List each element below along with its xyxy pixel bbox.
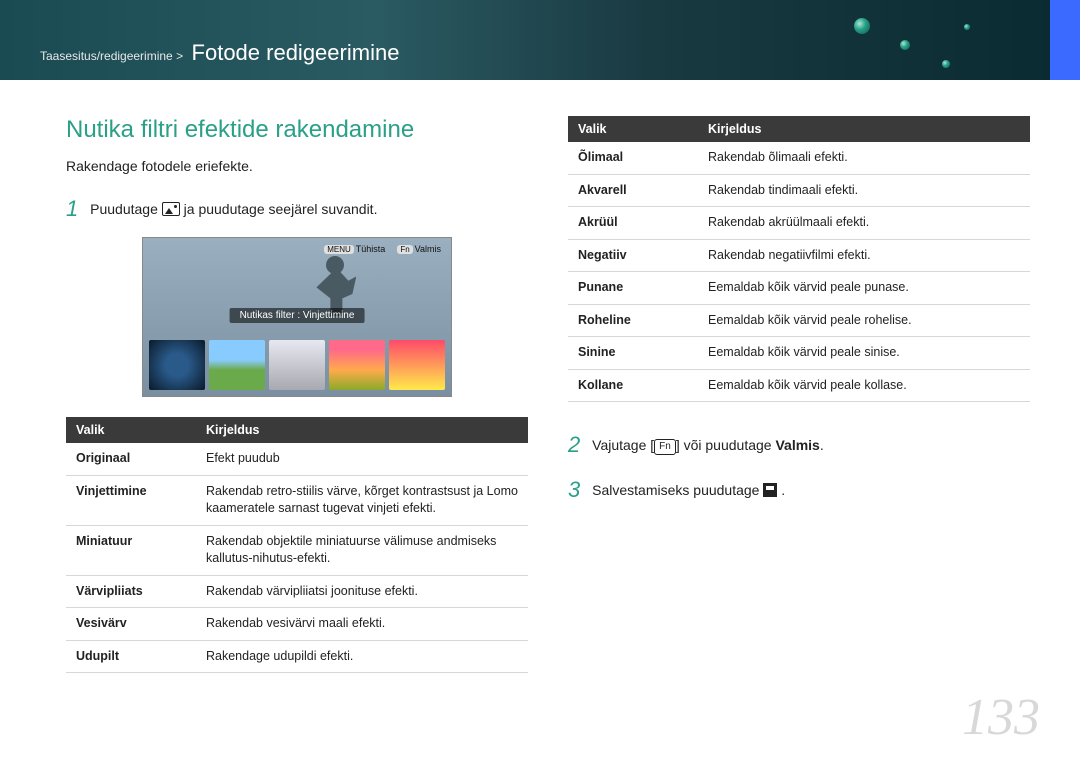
decor-orb (942, 60, 950, 68)
table-row: UdupiltRakendage udupildi efekti. (66, 640, 528, 673)
option-desc: Rakendab tindimaali efekti. (698, 174, 1030, 207)
option-desc: Rakendab negatiivfilmi efekti. (698, 239, 1030, 272)
table-row: ÕlimaalRakendab õlimaali efekti. (568, 142, 1030, 174)
thumb (389, 340, 445, 390)
step2-c: . (820, 437, 824, 453)
table-row: VesivärvRakendab vesivärvi maali efekti. (66, 608, 528, 641)
option-desc: Efekt puudub (196, 443, 528, 475)
step-number: 3 (568, 477, 580, 502)
option-name: Roheline (568, 304, 698, 337)
manual-page: Taasesitus/redigeerimine > Fotode redige… (0, 0, 1080, 765)
decor-orb (854, 18, 870, 34)
silhouette-graphic (312, 256, 362, 316)
step2-bold: Valmis (775, 437, 819, 453)
fn-key: Fn (654, 439, 676, 455)
option-desc: Rakendab värvipliiatsi joonituse efekti. (196, 575, 528, 608)
table-row: VärvipliiatsRakendab värvipliiatsi jooni… (66, 575, 528, 608)
options-table-left: Valik Kirjeldus OriginaalEfekt puudubVin… (66, 417, 528, 673)
content-columns: Nutika filtri efektide rakendamine Raken… (0, 80, 1080, 673)
menu-action: Tühista (356, 244, 386, 254)
option-desc: Rakendab retro-stiilis värve, kõrget kon… (196, 475, 528, 525)
filter-thumbnails (149, 340, 445, 390)
page-title: Fotode redigeerimine (192, 40, 400, 65)
option-desc: Eemaldab kõik värvid peale punase. (698, 272, 1030, 305)
thumb (269, 340, 325, 390)
th-desc: Kirjeldus (196, 417, 528, 443)
save-icon (763, 483, 777, 497)
option-desc: Rakendage udupildi efekti. (196, 640, 528, 673)
step-text-a: Puudutage (90, 201, 162, 217)
fn-action: Valmis (415, 244, 441, 254)
option-name: Punane (568, 272, 698, 305)
th-option: Valik (66, 417, 196, 443)
step2-a: Vajutage [ (592, 437, 654, 453)
option-desc: Rakendab akrüülmaali efekti. (698, 207, 1030, 240)
option-desc: Eemaldab kõik värvid peale kollase. (698, 369, 1030, 402)
table-row: NegatiivRakendab negatiivfilmi efekti. (568, 239, 1030, 272)
table-row: VinjettimineRakendab retro-stiilis värve… (66, 475, 528, 525)
option-name: Vesivärv (66, 608, 196, 641)
page-number: 133 (962, 688, 1040, 747)
thumb (149, 340, 205, 390)
option-name: Negatiiv (568, 239, 698, 272)
right-column: Valik Kirjeldus ÕlimaalRakendab õlimaali… (568, 116, 1030, 673)
table-row: RohelineEemaldab kõik värvid peale rohel… (568, 304, 1030, 337)
th-option: Valik (568, 116, 698, 142)
table-row: OriginaalEfekt puudub (66, 443, 528, 475)
step-number: 2 (568, 432, 580, 457)
screenshot-top-bar: MENUTühista FnValmis (322, 244, 441, 254)
decor-orb (900, 40, 910, 50)
option-name: Kollane (568, 369, 698, 402)
option-name: Õlimaal (568, 142, 698, 174)
left-column: Nutika filtri efektide rakendamine Raken… (66, 116, 528, 673)
th-desc: Kirjeldus (698, 116, 1030, 142)
table-row: KollaneEemaldab kõik värvid peale kollas… (568, 369, 1030, 402)
step-1: 1 Puudutage ja puudutage seejärel suvand… (66, 192, 528, 225)
table-row: AkrüülRakendab akrüülmaali efekti. (568, 207, 1030, 240)
option-name: Miniatuur (66, 525, 196, 575)
option-name: Akvarell (568, 174, 698, 207)
option-desc: Rakendab objektile miniatuurse välimuse … (196, 525, 528, 575)
step-2: 2 Vajutage [Fn] või puudutage Valmis. (568, 428, 1030, 461)
option-desc: Eemaldab kõik värvid peale rohelise. (698, 304, 1030, 337)
option-desc: Eemaldab kõik värvid peale sinise. (698, 337, 1030, 370)
option-name: Sinine (568, 337, 698, 370)
option-desc: Rakendab vesivärvi maali efekti. (196, 608, 528, 641)
device-screenshot: MENUTühista FnValmis Nutikas filter : Vi… (142, 237, 452, 397)
option-name: Värvipliiats (66, 575, 196, 608)
option-name: Vinjettimine (66, 475, 196, 525)
step-3: 3 Salvestamiseks puudutage . (568, 473, 1030, 506)
image-icon (162, 202, 180, 216)
page-header: Taasesitus/redigeerimine > Fotode redige… (0, 0, 1080, 80)
option-name: Akrüül (568, 207, 698, 240)
intro-text: Rakendage fotodele eriefekte. (66, 158, 528, 174)
step3-b: . (781, 482, 785, 498)
decor-orb (964, 24, 970, 30)
table-row: PunaneEemaldab kõik värvid peale punase. (568, 272, 1030, 305)
step-number: 1 (66, 196, 78, 221)
menu-pill: MENU (324, 245, 354, 254)
thumb (209, 340, 265, 390)
option-name: Udupilt (66, 640, 196, 673)
option-desc: Rakendab õlimaali efekti. (698, 142, 1030, 174)
table-row: SinineEemaldab kõik värvid peale sinise. (568, 337, 1030, 370)
step3-a: Salvestamiseks puudutage (592, 482, 763, 498)
step-text-b: ja puudutage seejärel suvandit. (184, 201, 378, 217)
option-name: Originaal (66, 443, 196, 475)
options-table-right: Valik Kirjeldus ÕlimaalRakendab õlimaali… (568, 116, 1030, 402)
table-row: MiniatuurRakendab objektile miniatuurse … (66, 525, 528, 575)
breadcrumb: Taasesitus/redigeerimine > (40, 49, 183, 63)
section-heading: Nutika filtri efektide rakendamine (66, 116, 528, 144)
fn-pill: Fn (397, 245, 412, 254)
table-row: AkvarellRakendab tindimaali efekti. (568, 174, 1030, 207)
filter-name-label: Nutikas filter : Vinjettimine (230, 308, 365, 323)
thumb (329, 340, 385, 390)
step2-b: ] või puudutage (676, 437, 776, 453)
